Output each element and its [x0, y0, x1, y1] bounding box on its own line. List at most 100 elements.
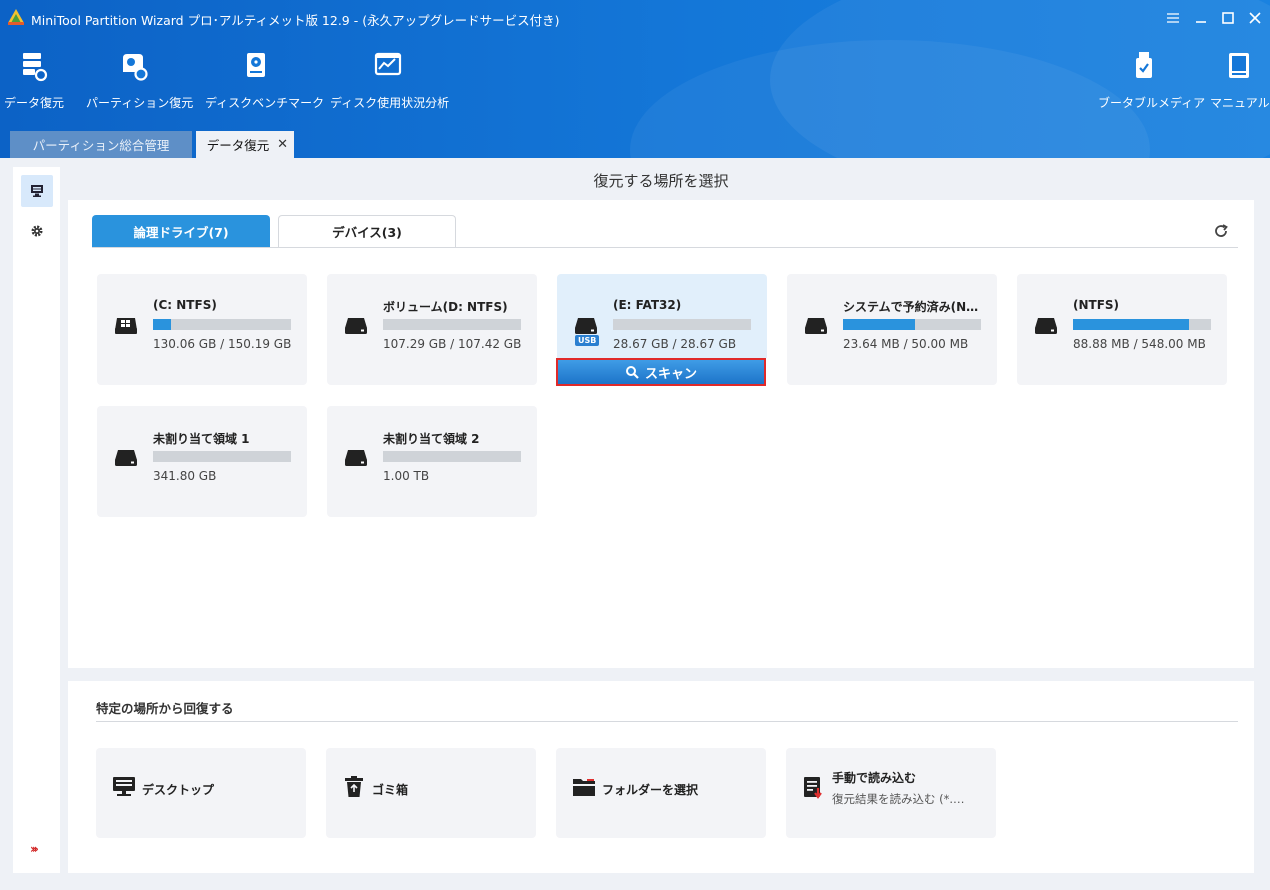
usage-bar — [153, 451, 291, 462]
drive-card-unallocated-1[interactable]: 未割り当て領域 1 341.80 GB — [97, 406, 307, 517]
computer-icon — [31, 185, 43, 197]
maximize-button[interactable] — [1215, 6, 1241, 30]
maximize-icon — [1222, 12, 1234, 24]
usb-drive-icon — [575, 318, 597, 334]
toolbar-bootable-media[interactable]: ブータブルメディア — [1098, 50, 1206, 111]
usage-fill — [153, 319, 171, 330]
drive-size: 23.64 MB / 50.00 MB — [843, 337, 969, 351]
drive-name: (NTFS) — [1073, 298, 1120, 312]
tab-label: パーティション総合管理 — [32, 138, 170, 153]
toolbar-manual[interactable]: マニュアル — [1210, 50, 1270, 111]
bootable-media-icon — [1136, 52, 1152, 78]
toolbar-label: データ復元 — [4, 96, 65, 110]
rail-settings-button[interactable] — [21, 215, 53, 247]
location-label: デスクトップ — [142, 783, 215, 797]
drive-name: (C: NTFS) — [153, 298, 217, 312]
usage-bar — [1073, 319, 1211, 330]
toolbar-label: ディスク使用状況分析 — [330, 96, 450, 110]
toolbar-label: ディスクベンチマーク — [205, 96, 325, 110]
usage-bar — [613, 319, 751, 330]
section-divider — [96, 721, 1238, 722]
usb-badge: USB — [575, 335, 600, 346]
drive-icon — [345, 318, 367, 334]
minimize-icon — [1196, 21, 1206, 23]
rail-recovery-location-button[interactable] — [21, 175, 53, 207]
drive-size: 107.29 GB / 107.42 GB — [383, 337, 522, 351]
toolbar-label: パーティション復元 — [86, 96, 194, 110]
location-label: 手動で読み込む — [832, 771, 917, 785]
recycle-bin-icon — [345, 776, 363, 797]
desktop-icon — [113, 777, 135, 796]
toolbar-label: ブータブルメディア — [1098, 96, 1206, 110]
hamburger-icon — [1167, 13, 1179, 23]
location-sublabel: 復元結果を読み込む (*.… — [832, 792, 965, 806]
toolbar-label: マニュアル — [1210, 96, 1270, 110]
toolbar-partition-recovery[interactable]: パーティション復元 — [86, 50, 194, 111]
drive-card-c[interactable]: (C: NTFS) 130.06 GB / 150.19 GB — [97, 274, 307, 385]
drive-name: 未割り当て領域 1 — [153, 432, 250, 446]
location-recycle-bin[interactable]: ゴミ箱 — [326, 748, 536, 838]
drive-card-d[interactable]: ボリューム(D: NTFS) 107.29 GB / 107.42 GB — [327, 274, 537, 385]
folder-icon — [573, 779, 595, 796]
location-load-manually[interactable]: 手動で読み込む 復元結果を読み込む (*.… — [786, 748, 996, 838]
left-rail — [13, 167, 60, 873]
minimize-button[interactable] — [1188, 6, 1214, 30]
refresh-icon[interactable] — [1212, 222, 1230, 240]
scan-button[interactable]: スキャン — [556, 358, 766, 386]
tab-logical-drives[interactable]: 論理ドライブ(7) — [92, 215, 270, 247]
partition-recovery-icon — [123, 54, 148, 81]
menu-button[interactable] — [1160, 6, 1186, 30]
window-title: MiniTool Partition Wizard プロ･アルティメット版 12… — [31, 13, 560, 28]
drive-card-unallocated-2[interactable]: 未割り当て領域 2 1.00 TB — [327, 406, 537, 517]
app-header: MiniTool Partition Wizard プロ･アルティメット版 12… — [0, 0, 1270, 158]
data-recovery-icon — [23, 53, 48, 82]
load-manually-icon — [804, 777, 822, 799]
space-analyzer-icon — [374, 52, 402, 76]
drive-icon — [1035, 318, 1057, 334]
drive-icon — [115, 450, 137, 466]
drive-size: 341.80 GB — [153, 469, 217, 483]
tab-devices[interactable]: デバイス(3) — [278, 215, 456, 247]
location-select-folder[interactable]: フォルダーを選択 — [556, 748, 766, 838]
usage-bar — [383, 319, 521, 330]
app-logo-icon — [8, 9, 24, 25]
drive-size: 1.00 TB — [383, 469, 430, 483]
drive-name: (E: FAT32) — [613, 298, 682, 312]
location-label: ゴミ箱 — [372, 783, 409, 797]
location-desktop[interactable]: デスクトップ — [96, 748, 306, 838]
title-bar: MiniTool Partition Wizard プロ･アルティメット版 12… — [0, 0, 1270, 36]
tab-partition-management[interactable]: パーティション総合管理 — [10, 131, 192, 158]
drive-card-e[interactable]: USB (E: FAT32) 28.67 GB / 28.67 GB — [557, 274, 767, 358]
toolbar-data-recovery[interactable]: データ復元 — [4, 50, 65, 111]
usage-bar — [843, 319, 981, 330]
expand-sidebar-icon[interactable]: ››› — [30, 842, 39, 856]
disk-benchmark-icon — [247, 53, 265, 77]
search-icon — [625, 366, 639, 379]
specific-location-title: 特定の場所から回復する — [96, 701, 234, 716]
drive-size: 28.67 GB / 28.67 GB — [613, 337, 737, 351]
tab-data-recovery[interactable]: データ復元 ✕ — [196, 131, 294, 158]
drive-icon — [805, 318, 827, 334]
tab-close-icon[interactable]: ✕ — [277, 137, 288, 152]
usage-bar — [383, 451, 521, 462]
toolbar-space-analyzer[interactable]: ディスク使用状況分析 — [330, 50, 450, 111]
usage-fill — [843, 319, 915, 330]
tab-label: 論理ドライブ(7) — [133, 224, 229, 240]
usage-bar — [153, 319, 291, 330]
drive-name: システムで予約済み(NT… — [843, 300, 983, 314]
close-icon — [1249, 12, 1261, 24]
tab-label: デバイス(3) — [332, 225, 402, 240]
drive-name: 未割り当て領域 2 — [383, 432, 480, 446]
drive-card-ntfs[interactable]: (NTFS) 88.88 MB / 548.00 MB — [1017, 274, 1227, 385]
usage-fill — [1073, 319, 1189, 330]
drive-name: ボリューム(D: NTFS) — [383, 300, 508, 314]
scan-label: スキャン — [644, 366, 697, 382]
close-window-button[interactable] — [1242, 6, 1268, 30]
tab-divider — [92, 247, 1238, 248]
drive-icon — [345, 450, 367, 466]
tab-label: データ復元 — [206, 138, 270, 153]
drive-size: 88.88 MB / 548.00 MB — [1073, 337, 1206, 351]
drive-card-system-reserved[interactable]: システムで予約済み(NT… 23.64 MB / 50.00 MB — [787, 274, 997, 385]
drive-size: 130.06 GB / 150.19 GB — [153, 337, 292, 351]
toolbar-disk-benchmark[interactable]: ディスクベンチマーク — [205, 50, 325, 111]
